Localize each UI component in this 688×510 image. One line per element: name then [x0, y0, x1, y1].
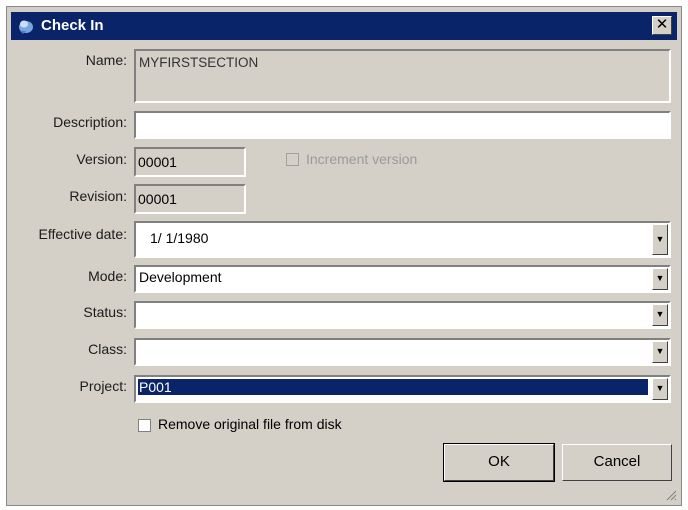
mode-label: Mode: — [88, 268, 127, 284]
dialog-title: Check In — [41, 17, 104, 34]
mode-select[interactable]: Development ▼ — [134, 265, 671, 293]
cancel-button[interactable]: Cancel — [562, 444, 672, 481]
revision-field: 00001 — [134, 184, 246, 214]
dropdown-arrow-icon[interactable]: ▼ — [652, 378, 668, 400]
increment-version-label: Increment version — [306, 151, 418, 167]
title-bar[interactable]: Check In ✕ — [11, 12, 677, 40]
dropdown-arrow-icon[interactable]: ▼ — [652, 341, 668, 363]
name-label: Name: — [85, 52, 127, 68]
check-in-icon — [19, 20, 33, 34]
effective-date-label: Effective date: — [38, 226, 127, 242]
effective-date-picker[interactable]: 1/ 1/1980 ▼ — [134, 221, 671, 258]
description-input[interactable] — [134, 111, 671, 139]
project-value: P001 — [138, 379, 648, 395]
increment-version-checkbox[interactable] — [286, 153, 299, 166]
dropdown-arrow-icon[interactable]: ▼ — [652, 224, 668, 255]
project-select[interactable]: P001 ▼ — [134, 375, 671, 403]
check-in-dialog: Check In ✕ Name: MYFIRSTSECTION Descript… — [6, 6, 682, 506]
dropdown-arrow-icon[interactable]: ▼ — [652, 268, 668, 290]
mode-value: Development — [139, 269, 222, 285]
dropdown-arrow-icon[interactable]: ▼ — [652, 304, 668, 326]
class-select[interactable]: ▼ — [134, 338, 671, 366]
remove-original-label: Remove original file from disk — [158, 416, 342, 432]
effective-date-value: 1/ 1/1980 — [150, 230, 209, 246]
close-button[interactable]: ✕ — [652, 16, 672, 35]
version-label: Version: — [76, 151, 127, 167]
revision-label: Revision: — [69, 188, 127, 204]
status-label: Status: — [83, 304, 127, 320]
remove-original-checkbox[interactable] — [138, 419, 151, 432]
class-label: Class: — [88, 341, 127, 357]
description-label: Description: — [53, 114, 127, 130]
close-icon: ✕ — [655, 16, 669, 33]
status-select[interactable]: ▼ — [134, 301, 671, 329]
name-field: MYFIRSTSECTION — [134, 49, 671, 103]
resize-grip-icon[interactable] — [665, 489, 677, 501]
version-field: 00001 — [134, 147, 246, 177]
project-label: Project: — [79, 378, 127, 394]
ok-button[interactable]: OK — [443, 443, 555, 482]
